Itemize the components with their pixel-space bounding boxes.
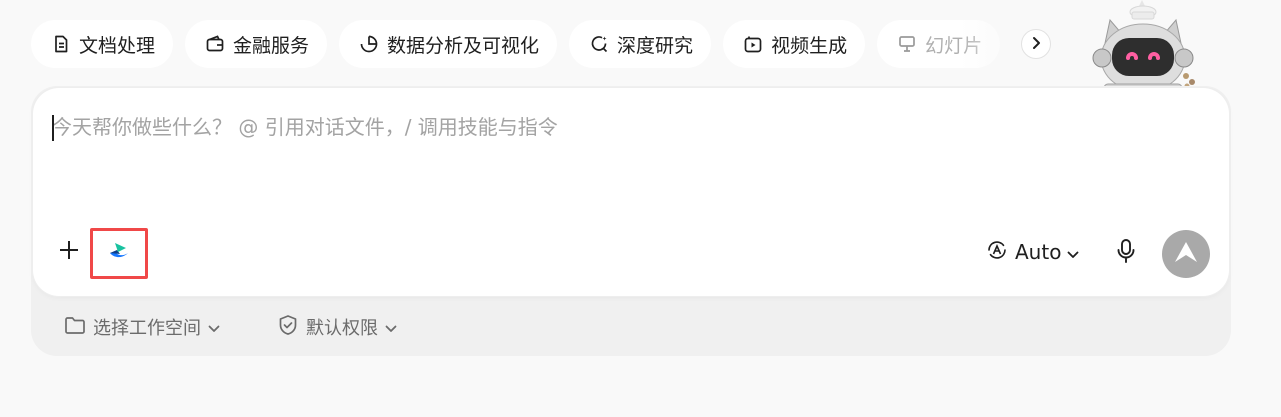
- chip-data-analysis[interactable]: 数据分析及可视化: [339, 20, 558, 68]
- robot-cat-mascot: [1088, 0, 1200, 93]
- microphone-icon: [1116, 238, 1136, 268]
- chip-label: 金融服务: [233, 34, 310, 57]
- document-icon: [51, 34, 71, 54]
- chevron-down-icon: [208, 317, 220, 338]
- add-attachment-button[interactable]: [55, 238, 83, 266]
- chevron-right-icon: [1030, 35, 1042, 54]
- chip-label: 数据分析及可视化: [387, 34, 540, 57]
- send-button[interactable]: [1162, 230, 1210, 278]
- workspace-selector[interactable]: 选择工作空间: [64, 313, 220, 341]
- model-selector[interactable]: Auto: [985, 236, 1079, 268]
- skill-chip-row: 文档处理 金融服务 数据分析及可视化 深度研究 视频生成 幻灯片: [31, 20, 1053, 68]
- permission-label: 默认权限: [306, 318, 378, 339]
- chip-label: 文档处理: [79, 34, 156, 57]
- chip-deep-research[interactable]: 深度研究: [569, 20, 712, 68]
- pie-chart-icon: [359, 34, 379, 54]
- plus-icon: [58, 239, 80, 265]
- voice-input-button[interactable]: [1113, 238, 1139, 268]
- chevron-down-icon: [1067, 240, 1079, 264]
- text-caret: [52, 115, 54, 141]
- send-arrow-icon: [1174, 240, 1198, 268]
- permission-selector[interactable]: 默认权限: [277, 313, 397, 341]
- workspace-label: 选择工作空间: [93, 318, 201, 339]
- chevron-down-icon: [385, 317, 397, 338]
- chip-document-processing[interactable]: 文档处理: [31, 20, 174, 68]
- chip-video-generation[interactable]: 视频生成: [723, 20, 866, 68]
- wallet-icon: [205, 34, 225, 54]
- auto-model-icon: [985, 238, 1009, 267]
- folder-icon: [64, 315, 86, 340]
- chat-home: 文档处理 金融服务 数据分析及可视化 深度研究 视频生成 幻灯片 今天帮你做些什…: [0, 0, 1281, 417]
- video-icon: [743, 34, 763, 54]
- app-plugin-button[interactable]: [90, 228, 148, 279]
- composer-card: Auto: [33, 88, 1229, 296]
- prompt-input[interactable]: [52, 112, 1152, 142]
- chip-financial-services[interactable]: 金融服务: [185, 20, 328, 68]
- shield-check-icon: [277, 314, 299, 341]
- chip-label: 深度研究: [617, 34, 694, 57]
- chip-scroll-next-button[interactable]: [1021, 29, 1051, 59]
- model-label: Auto: [1015, 240, 1062, 264]
- presentation-icon: [897, 34, 917, 54]
- app-logo-icon: [107, 241, 131, 267]
- research-icon: [589, 34, 609, 54]
- chip-label: 视频生成: [771, 34, 848, 57]
